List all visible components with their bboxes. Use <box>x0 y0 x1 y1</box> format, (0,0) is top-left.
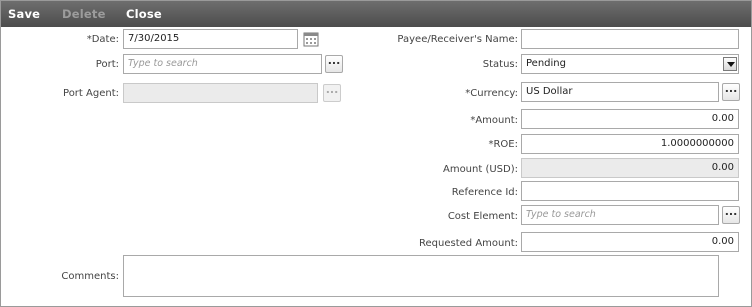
cost-element-search-input[interactable]: Type to search <box>521 205 719 225</box>
amount-label: *Amount: <box>470 115 518 126</box>
port-search-input[interactable]: Type to search <box>123 54 322 74</box>
port-label: Port: <box>95 59 119 70</box>
roe-label: *ROE: <box>488 139 518 150</box>
requested-amount-label: Requested Amount: <box>419 238 518 249</box>
status-selected-value: Pending <box>526 58 566 69</box>
roe-input[interactable]: 1.0000000000 <box>521 134 739 154</box>
amount-usd-label: Amount (USD): <box>442 164 518 175</box>
port-agent-lookup-button: ... <box>323 84 341 102</box>
currency-input[interactable]: US Dollar <box>521 82 719 102</box>
port-agent-input <box>123 83 318 103</box>
comments-label: Comments: <box>61 271 119 282</box>
delete-button[interactable]: Delete <box>62 7 106 21</box>
status-label: Status: <box>482 59 518 70</box>
toolbar: Save Delete Close <box>1 1 751 27</box>
port-lookup-button[interactable]: ... <box>325 55 343 73</box>
payee-input[interactable] <box>521 29 739 49</box>
currency-lookup-button[interactable]: ... <box>722 83 740 101</box>
expense-form-window: Save Delete Close *Date: 7/30/2015 Port:… <box>0 0 752 307</box>
comments-textarea[interactable] <box>123 255 719 297</box>
save-button[interactable]: Save <box>8 7 40 21</box>
cost-element-label: Cost Element: <box>447 211 518 222</box>
payee-label: Payee/Receiver's Name: <box>397 34 518 45</box>
port-agent-label: Port Agent: <box>63 88 119 99</box>
calendar-icon[interactable] <box>302 30 320 48</box>
requested-amount-input[interactable]: 0.00 <box>521 232 739 252</box>
status-select[interactable]: Pending <box>521 54 739 74</box>
close-button[interactable]: Close <box>126 7 162 21</box>
reference-id-input[interactable] <box>521 181 739 201</box>
date-label: *Date: <box>86 34 119 45</box>
amount-input[interactable]: 0.00 <box>521 109 739 129</box>
amount-usd-input: 0.00 <box>521 158 739 178</box>
date-input[interactable]: 7/30/2015 <box>123 29 298 49</box>
reference-id-label: Reference Id: <box>451 187 518 198</box>
chevron-down-icon[interactable] <box>723 57 737 71</box>
cost-element-lookup-button[interactable]: ... <box>722 206 740 224</box>
currency-label: *Currency: <box>465 88 518 99</box>
